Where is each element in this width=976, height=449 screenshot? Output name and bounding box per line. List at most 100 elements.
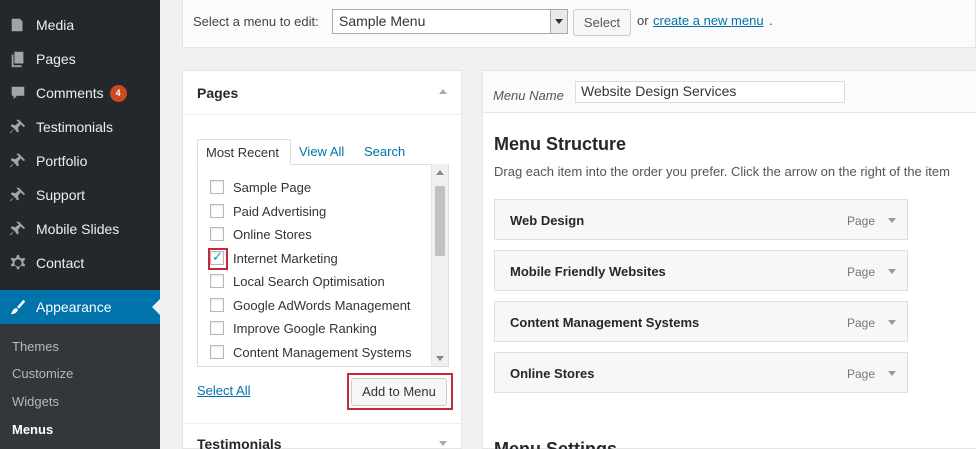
sidebar-item-contact[interactable]: Contact	[0, 246, 160, 280]
page-checkbox[interactable]	[210, 227, 224, 241]
chevron-down-icon[interactable]	[888, 269, 896, 274]
page-checkbox[interactable]	[210, 274, 224, 288]
testimonials-section-title: Testimonials	[197, 436, 282, 449]
menu-structure-description: Drag each item into the order you prefer…	[494, 164, 950, 179]
menu-item-type: Page	[846, 265, 875, 279]
sidebar-item-mobile-slides[interactable]: Mobile Slides	[0, 212, 160, 246]
menu-item-title: Mobile Friendly Websites	[510, 264, 666, 279]
menu-name-input[interactable]: Website Design Services	[575, 81, 845, 103]
tab-search[interactable]: Search	[364, 139, 405, 165]
sidebar-item-appearance[interactable]: Appearance	[0, 290, 160, 324]
or-text: or	[637, 13, 649, 28]
menu-structure-title: Menu Structure	[494, 134, 627, 154]
menu-item-entry[interactable]: Web Design Page	[494, 199, 908, 240]
sidebar-item-label: Testimonials	[36, 119, 114, 135]
checkbox-highlight-box	[208, 248, 228, 270]
page-label: Sample Page	[233, 179, 312, 195]
create-new-menu-link[interactable]: create a new menu	[653, 13, 764, 28]
scroll-thumb[interactable]	[435, 186, 445, 256]
pages-icon	[0, 50, 36, 68]
page-checkbox[interactable]	[210, 298, 224, 312]
chevron-down-icon[interactable]	[888, 218, 896, 223]
scroll-down-icon[interactable]	[436, 356, 444, 361]
submenu-item-themes[interactable]: Themes	[12, 339, 59, 354]
page-checkbox[interactable]	[210, 345, 224, 359]
menu-select-dropdown[interactable]: Sample Menu	[332, 9, 568, 34]
chevron-down-icon[interactable]	[888, 320, 896, 325]
admin-sidebar: Media Pages Comments 4 Testimonials Port…	[0, 0, 160, 449]
list-item[interactable]: Google AdWords Management	[210, 295, 411, 315]
scroll-up-icon[interactable]	[436, 170, 444, 175]
select-menu-label: Select a menu to edit:	[193, 14, 319, 29]
menu-item-type: Page	[846, 214, 875, 228]
list-item[interactable]: Local Search Optimisation	[210, 271, 385, 291]
sidebar-item-label: Contact	[36, 255, 85, 271]
menu-select-bar: Select a menu to edit: Sample Menu Selec…	[182, 0, 976, 48]
sidebar-item-comments[interactable]: Comments 4	[0, 76, 160, 110]
submenu-item-menus[interactable]: Menus	[12, 422, 53, 437]
select-button[interactable]: Select	[573, 9, 631, 36]
list-item[interactable]: Internet Marketing	[210, 248, 338, 268]
page-label: Google AdWords Management	[233, 297, 411, 313]
chevron-down-icon[interactable]	[439, 441, 447, 446]
sidebar-item-label: Appearance	[36, 299, 112, 315]
comment-count-badge: 4	[109, 84, 127, 102]
sidebar-item-testimonials[interactable]: Testimonials	[0, 110, 160, 144]
page-label: Local Search Optimisation	[233, 273, 385, 289]
sidebar-item-portfolio[interactable]: Portfolio	[0, 144, 160, 178]
pin-icon	[0, 118, 36, 136]
page-label: Improve Google Ranking	[233, 320, 377, 336]
chevron-down-icon[interactable]	[888, 371, 896, 376]
page-checkbox[interactable]	[210, 321, 224, 335]
pages-accordion-header[interactable]: Pages	[183, 71, 461, 115]
chevron-down-icon[interactable]	[550, 10, 567, 33]
sidebar-item-label: Pages	[36, 51, 76, 67]
period-text: .	[769, 13, 773, 28]
page-label: Paid Advertising	[233, 203, 327, 219]
sidebar-item-label: Support	[36, 187, 86, 203]
sidebar-item-support[interactable]: Support	[0, 178, 160, 212]
page-checkbox[interactable]	[210, 180, 224, 194]
page-checkbox[interactable]	[210, 204, 224, 218]
appearance-submenu: Themes Customize Widgets Menus	[0, 324, 160, 449]
submenu-item-widgets[interactable]: Widgets	[12, 394, 59, 409]
list-item[interactable]: Content Management Systems	[210, 342, 411, 362]
menu-item-entry[interactable]: Content Management Systems Page	[494, 301, 908, 342]
pages-checklist: Sample Page Paid Advertising Online Stor…	[197, 164, 449, 367]
menu-settings-title: Menu Settings	[494, 439, 618, 449]
chevron-up-icon[interactable]	[439, 89, 447, 94]
pin-icon	[0, 152, 36, 170]
menu-item-entry[interactable]: Online Stores Page	[494, 352, 908, 393]
page-label: Internet Marketing	[233, 250, 338, 266]
menu-item-title: Web Design	[510, 213, 585, 228]
button-highlight-box	[347, 373, 453, 410]
menu-name-bar: Menu Name Website Design Services	[483, 71, 976, 113]
menu-item-type: Page	[846, 316, 875, 330]
brush-icon	[0, 298, 36, 316]
comments-icon	[0, 84, 36, 102]
list-item[interactable]: Improve Google Ranking	[210, 318, 377, 338]
tab-view-all[interactable]: View All	[299, 139, 344, 165]
gear-icon	[0, 254, 36, 272]
menu-item-title: Content Management Systems	[510, 315, 700, 330]
menu-edit-panel: Menu Name Website Design Services Menu S…	[482, 70, 976, 449]
list-scrollbar[interactable]	[431, 164, 448, 366]
pin-icon	[0, 220, 36, 238]
page-label: Online Stores	[233, 226, 312, 242]
list-item[interactable]: Paid Advertising	[210, 201, 326, 221]
sidebar-item-label: Mobile Slides	[36, 221, 120, 237]
select-all-link[interactable]: Select All	[197, 383, 250, 398]
submenu-item-customize[interactable]: Customize	[12, 366, 73, 381]
menu-item-type: Page	[846, 367, 875, 381]
page-label: Content Management Systems	[233, 344, 412, 360]
testimonials-accordion-header[interactable]: Testimonials	[183, 423, 461, 449]
pages-section-title: Pages	[197, 85, 239, 101]
list-item[interactable]: Sample Page	[210, 177, 311, 197]
list-item[interactable]: Online Stores	[210, 224, 312, 244]
sidebar-item-pages[interactable]: Pages	[0, 42, 160, 76]
menu-item-title: Online Stores	[510, 366, 595, 381]
tab-most-recent[interactable]: Most Recent	[197, 139, 291, 165]
sidebar-item-media[interactable]: Media	[0, 8, 160, 42]
pin-icon	[0, 186, 36, 204]
menu-item-entry[interactable]: Mobile Friendly Websites Page	[494, 250, 908, 291]
